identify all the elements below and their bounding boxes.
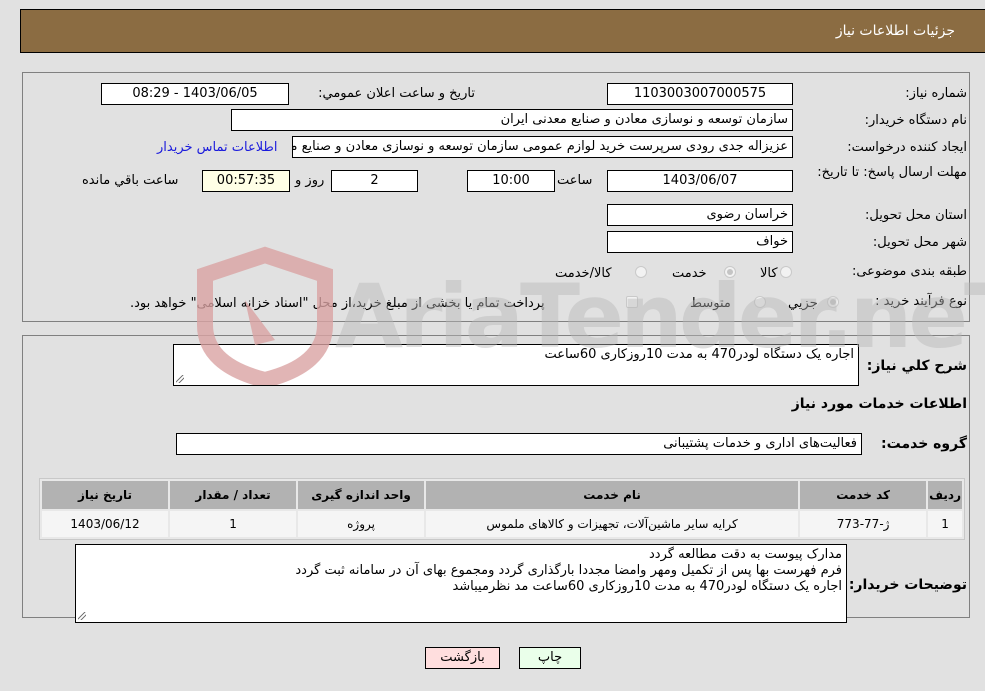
category-radio-service[interactable] bbox=[724, 266, 736, 278]
resize-grip-icon[interactable] bbox=[176, 375, 184, 383]
province-field: خراسان رضوی bbox=[607, 204, 793, 226]
province-label: استان محل تحویل: bbox=[865, 208, 967, 223]
service-group-label: گروه خدمت: bbox=[881, 436, 967, 452]
cell-service-name: کرایه سایر ماشین‌آلات، تجهیزات و کالاهای… bbox=[426, 511, 799, 537]
remaining-time-field: 00:57:35 bbox=[202, 170, 290, 192]
col-service-code: کد خدمت bbox=[800, 481, 927, 509]
cell-unit: پروژه bbox=[298, 511, 425, 537]
category-radio-goods-service[interactable] bbox=[635, 266, 647, 278]
services-table: ردیف کد خدمت نام خدمت واحد اندازه گیری ت… bbox=[39, 478, 965, 540]
category-radio-goods[interactable] bbox=[780, 266, 792, 278]
announce-datetime-field: 1403/06/05 - 08:29 bbox=[101, 83, 289, 105]
general-desc-textarea[interactable]: اجاره یک دستگاه لودر470 به مدت 10روزکاری… bbox=[173, 344, 859, 386]
col-quantity: تعداد / مقدار bbox=[170, 481, 297, 509]
purchase-type-option-minor: جزيي bbox=[788, 296, 818, 311]
cell-service-code: ژ-77-773 bbox=[800, 511, 927, 537]
requester-label: ایجاد کننده درخواست: bbox=[847, 140, 967, 155]
announce-datetime-label: تاریخ و ساعت اعلان عمومي: bbox=[318, 86, 475, 101]
need-number-field: 1103003007000575 bbox=[607, 83, 793, 105]
buyer-org-field: سازمان توسعه و نوسازی معادن و صنایع معدن… bbox=[231, 109, 793, 131]
buyer-contact-link[interactable]: اطلاعات تماس خریدار bbox=[157, 140, 277, 155]
purchase-type-radio-minor[interactable] bbox=[827, 296, 839, 308]
treasury-note: پرداخت تمام یا بخشی از مبلغ خرید،از محل … bbox=[130, 296, 545, 311]
col-need-date: تاریخ نیاز bbox=[42, 481, 169, 509]
back-button[interactable]: بازگشت bbox=[425, 647, 500, 669]
cell-quantity: 1 bbox=[170, 511, 297, 537]
deadline-time-field: 10:00 bbox=[467, 170, 555, 192]
days-label: روز و bbox=[295, 173, 325, 188]
general-desc-label: شرح کلي نياز: bbox=[866, 358, 967, 374]
need-number-label: شماره نیاز: bbox=[905, 86, 967, 101]
table-row: 1 ژ-77-773 کرایه سایر ماشین‌آلات، تجهیزا… bbox=[42, 511, 962, 537]
col-unit: واحد اندازه گیری bbox=[298, 481, 425, 509]
buyer-notes-textarea[interactable]: مدارک پیوست به دقت مطالعه گردد فرم فهرست… bbox=[75, 544, 847, 623]
table-header-row: ردیف کد خدمت نام خدمت واحد اندازه گیری ت… bbox=[42, 481, 962, 509]
category-option-goods: کالا bbox=[760, 266, 778, 281]
print-button[interactable]: چاپ bbox=[519, 647, 581, 669]
buyer-notes-line: فرم فهرست بها پس از تکمیل ومهر وامضا مجد… bbox=[295, 563, 842, 578]
deadline-time-label: ساعت bbox=[557, 173, 593, 188]
page-header: جزئیات اطلاعات نیاز bbox=[20, 9, 985, 53]
cell-need-date: 1403/06/12 bbox=[42, 511, 169, 537]
purchase-type-label: نوع فرآیند خرید : bbox=[875, 294, 967, 309]
requester-field: عزیزاله جدی رودی سرپرست خرید لوازم عمومی… bbox=[292, 136, 793, 158]
category-option-service: خدمت bbox=[672, 266, 707, 281]
deadline-date-field: 1403/06/07 bbox=[607, 170, 793, 192]
col-service-name: نام خدمت bbox=[426, 481, 799, 509]
treasury-checkbox[interactable] bbox=[626, 296, 638, 308]
col-row-number: ردیف bbox=[928, 481, 962, 509]
purchase-type-option-medium: متوسط bbox=[690, 296, 731, 311]
category-option-goods-service: کالا/خدمت bbox=[555, 266, 612, 281]
services-heading: اطلاعات خدمات مورد نیاز bbox=[791, 396, 967, 412]
remaining-days-field: 2 bbox=[331, 170, 418, 192]
deadline-label: مهلت ارسال پاسخ: تا تاریخ: bbox=[817, 165, 967, 180]
buyer-notes-line: مدارک پیوست به دقت مطالعه گردد bbox=[649, 547, 842, 562]
service-group-field: فعالیت‌های اداری و خدمات پشتیبانی bbox=[176, 433, 862, 455]
buyer-org-label: نام دستگاه خریدار: bbox=[864, 113, 967, 128]
general-desc-text: اجاره یک دستگاه لودر470 به مدت 10روزکاری… bbox=[544, 347, 854, 362]
cell-row-number: 1 bbox=[928, 511, 962, 537]
city-field: خواف bbox=[607, 231, 793, 253]
purchase-type-radio-medium[interactable] bbox=[754, 296, 766, 308]
buyer-notes-label: توضیحات خریدار: bbox=[848, 577, 967, 593]
buyer-notes-line: اجاره یک دستگاه لودر470 به مدت 10روزکاری… bbox=[452, 579, 842, 594]
category-label: طبقه بندی موضوعی: bbox=[851, 264, 967, 279]
city-label: شهر محل تحویل: bbox=[872, 235, 967, 250]
remaining-time-label: ساعت باقي مانده bbox=[82, 173, 179, 188]
page-title: جزئیات اطلاعات نیاز bbox=[835, 23, 955, 39]
resize-grip-icon[interactable] bbox=[78, 612, 86, 620]
